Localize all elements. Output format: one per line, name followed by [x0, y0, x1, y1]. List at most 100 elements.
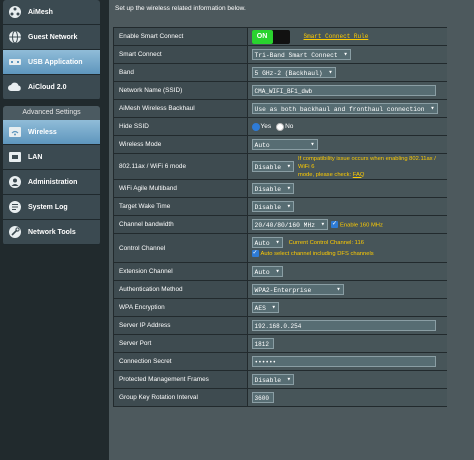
smart-connect-rule-link[interactable]: Smart Connect Rule: [304, 33, 369, 40]
row-value: 1812: [246, 334, 450, 353]
row-value: CMA_WIFI_BF1_dwb: [246, 81, 450, 100]
row-value: Disable: [246, 370, 450, 389]
row-value: Disable: [246, 179, 450, 198]
band-select[interactable]: 5 GHz-2 (Backhaul): [251, 67, 336, 79]
row-value: ••••••: [246, 352, 450, 371]
row-label: Band: [113, 63, 248, 82]
sidebar: AiMesh Guest Network USB Application AiC…: [0, 0, 101, 460]
row-label: Server Port: [113, 334, 248, 353]
row-label: Extension Channel: [113, 262, 248, 281]
group-key-interval-input[interactable]: 3600: [251, 392, 274, 403]
radio-label: Yes: [260, 123, 272, 130]
table-row: AiMesh Wireless Backhaul Use as both bac…: [113, 99, 450, 118]
smart-connect-toggle[interactable]: ON: [251, 29, 290, 44]
faq-link[interactable]: FAQ: [353, 172, 365, 178]
row-label: Server IP Address: [113, 316, 248, 335]
hide-ssid-no-radio[interactable]: [276, 122, 285, 131]
server-ip-input[interactable]: 192.168.0.254: [251, 320, 436, 331]
table-row: Smart Connect Tri-Band Smart Connect: [113, 45, 450, 64]
backhaul-select[interactable]: Use as both backhaul and fronthaul conne…: [251, 103, 438, 115]
connection-secret-input[interactable]: ••••••: [251, 356, 436, 367]
advanced-nav: Advanced Settings Wireless LAN Administr…: [3, 106, 100, 245]
bandwidth-select[interactable]: 20/40/80/160 MHz: [251, 219, 329, 231]
row-value: Auto: [246, 135, 450, 154]
row-label: Hide SSID: [113, 117, 248, 136]
sidebar-item-label: Wireless: [28, 128, 57, 136]
sidebar-item-system-log[interactable]: System Log: [3, 195, 100, 220]
log-icon: [9, 201, 21, 213]
row-label: WPA Encryption: [113, 298, 248, 317]
sidebar-item-aicloud[interactable]: AiCloud 2.0: [3, 75, 100, 100]
row-label: AiMesh Wireless Backhaul: [113, 99, 248, 118]
row-label: Protected Management Frames: [113, 370, 248, 389]
table-row: Group Key Rotation Interval 3600: [113, 388, 450, 407]
row-value: 3600: [246, 388, 450, 407]
sidebar-item-label: Guest Network: [28, 33, 78, 41]
checkbox-label: Auto select channel including DFS channe…: [260, 251, 374, 258]
row-label: Group Key Rotation Interval: [113, 388, 248, 407]
row-value: 20/40/80/160 MHz✓Enable 160 MHz: [246, 215, 450, 234]
auth-method-select[interactable]: WPA2-Enterprise: [251, 284, 344, 296]
hide-ssid-yes-radio[interactable]: [251, 122, 260, 131]
wireless-settings-table: Enable Smart Connect ON Smart Connect Ru…: [113, 27, 450, 407]
table-row: Extension Channel Auto: [113, 262, 450, 281]
current-channel-text: Current Control Channel: 116: [288, 240, 364, 247]
row-value: WPA2-Enterprise: [246, 280, 450, 299]
sidebar-item-usb-application[interactable]: USB Application: [3, 50, 100, 75]
control-channel-select[interactable]: Auto: [251, 236, 283, 249]
settings-panel: Set up the wireless related information …: [109, 0, 474, 460]
dfs-channel-checkbox[interactable]: ✓: [251, 249, 259, 257]
ax-mode-hint: If compatibility issue occurs when enabl…: [298, 155, 436, 170]
smart-connect-select[interactable]: Tri-Band Smart Connect: [251, 49, 351, 61]
table-row: 802.11ax / WiFi 6 mode Disable If compat…: [113, 153, 450, 180]
table-row: Protected Management Frames Disable: [113, 370, 450, 389]
checkbox-label: Enable 160 MHz: [340, 222, 383, 229]
sidebar-item-lan[interactable]: LAN: [3, 145, 100, 170]
row-value: Disable If compatibility issue occurs wh…: [246, 153, 450, 180]
server-port-input[interactable]: 1812: [251, 338, 274, 349]
sidebar-item-guest-network[interactable]: Guest Network: [3, 25, 100, 50]
pmf-select[interactable]: Disable: [251, 374, 294, 386]
mesh-icon: [9, 6, 21, 18]
table-row: Connection Secret ••••••: [113, 352, 450, 371]
radio-label: No: [285, 123, 294, 130]
admin-icon: [9, 176, 21, 188]
multiband-select[interactable]: Disable: [251, 183, 294, 195]
row-label: WiFi Agile Multiband: [113, 179, 248, 198]
table-row: WiFi Agile Multiband Disable: [113, 179, 450, 198]
general-nav: AiMesh Guest Network USB Application AiC…: [3, 0, 100, 100]
row-value: Auto Current Control Channel: 116 ✓Auto …: [246, 233, 450, 263]
twt-select[interactable]: Disable: [251, 201, 294, 213]
sidebar-item-administration[interactable]: Administration: [3, 170, 100, 195]
page-intro: Set up the wireless related information …: [109, 0, 474, 27]
wpa-encryption-select[interactable]: AES: [251, 302, 279, 314]
row-label: Control Channel: [113, 233, 248, 263]
row-label: Enable Smart Connect: [113, 27, 248, 46]
usb-icon: [9, 59, 21, 65]
sidebar-item-aimesh[interactable]: AiMesh: [3, 0, 100, 25]
row-label: Target Wake Time: [113, 197, 248, 216]
ax-mode-select[interactable]: Disable: [251, 161, 294, 173]
ssid-input[interactable]: CMA_WIFI_BF1_dwb: [251, 85, 436, 96]
table-row: Channel bandwidth 20/40/80/160 MHz✓Enabl…: [113, 215, 450, 234]
scrollbar[interactable]: [447, 0, 474, 460]
tools-icon: [9, 226, 21, 238]
extension-channel-select[interactable]: Auto: [251, 266, 283, 278]
table-row: Server Port 1812: [113, 334, 450, 353]
row-value: 5 GHz-2 (Backhaul): [246, 63, 450, 82]
lan-icon: [9, 152, 21, 162]
table-row: Band 5 GHz-2 (Backhaul): [113, 63, 450, 82]
enable-160-checkbox[interactable]: ✓: [331, 221, 339, 228]
row-value: Use as both backhaul and fronthaul conne…: [246, 99, 450, 118]
sidebar-item-label: Network Tools: [28, 228, 76, 236]
sidebar-item-wireless[interactable]: Wireless: [3, 120, 100, 145]
table-row: Hide SSID Yes No: [113, 117, 450, 136]
sidebar-item-label: AiCloud 2.0: [28, 83, 67, 91]
wireless-mode-select[interactable]: Auto: [251, 139, 318, 151]
row-label: Authentication Method: [113, 280, 248, 299]
row-label: 802.11ax / WiFi 6 mode: [113, 153, 248, 180]
table-row: Network Name (SSID) CMA_WIFI_BF1_dwb: [113, 81, 450, 100]
table-row: Enable Smart Connect ON Smart Connect Ru…: [113, 27, 450, 46]
ax-mode-hint-2: mode, please check:: [298, 171, 353, 178]
sidebar-item-network-tools[interactable]: Network Tools: [3, 220, 100, 245]
